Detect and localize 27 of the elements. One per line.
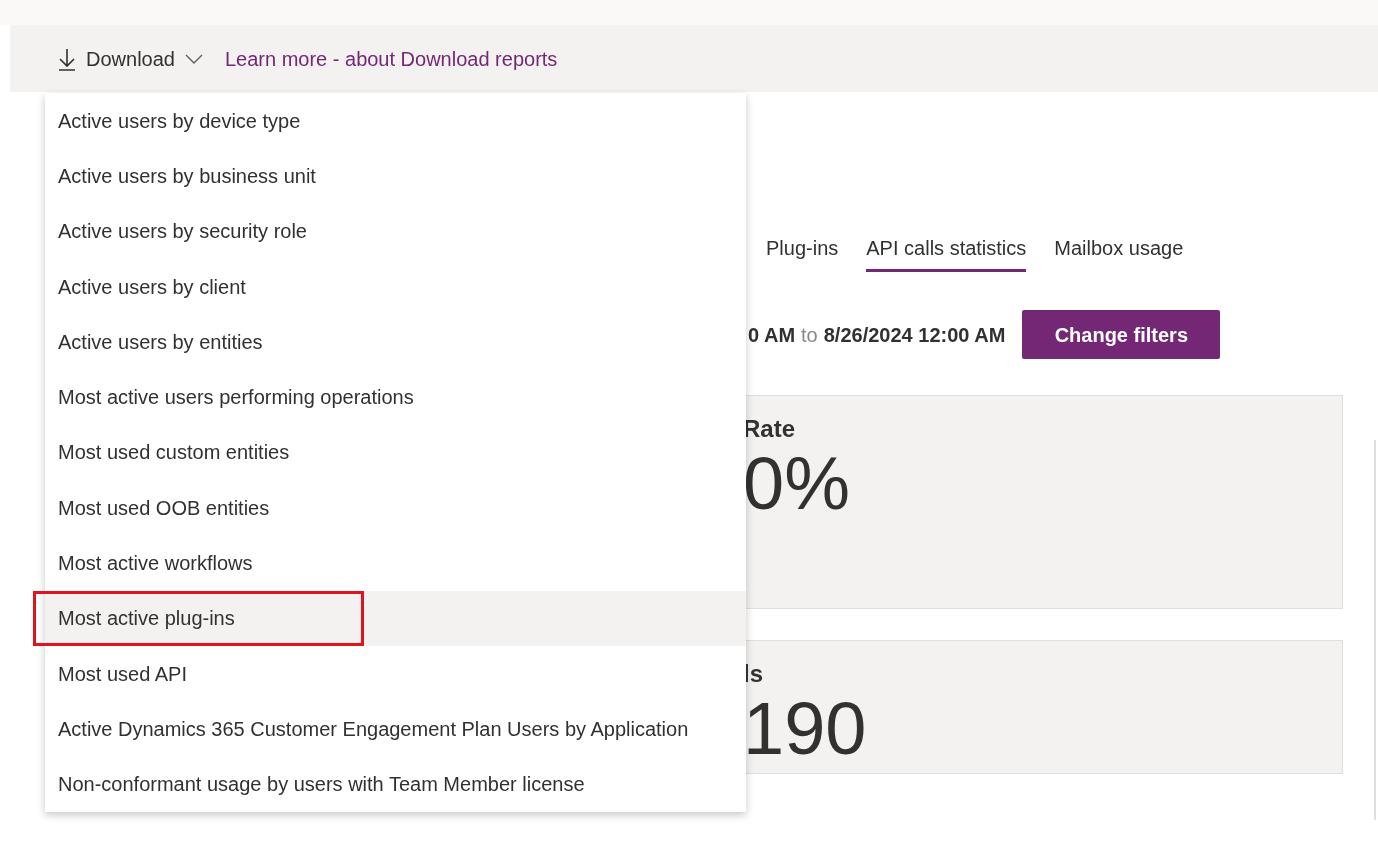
- card-value: 0%: [743, 444, 851, 524]
- menu-item[interactable]: Most used API: [45, 645, 746, 702]
- learn-more-link[interactable]: Learn more - about Download reports: [224, 43, 558, 74]
- menu-item[interactable]: Most active plug-ins: [33, 590, 364, 646]
- menu-item[interactable]: Non-conformant usage by users with Team Member license: [45, 756, 746, 812]
- menu-item[interactable]: Active Dynamics 365 Customer Engagement Plan Users by Application: [45, 701, 746, 757]
- menu-item[interactable]: Active users by client: [45, 258, 746, 315]
- menu-item[interactable]: Active users by security role: [45, 203, 746, 259]
- chevron-down-icon: [184, 53, 203, 64]
- date-range-end: 8/26/2024 12:00 AM: [823, 322, 1006, 348]
- date-range-start: 0 AM: [748, 322, 796, 348]
- card-value: 190: [743, 689, 868, 769]
- menu-item[interactable]: Active users by device type: [45, 93, 746, 149]
- menu-item[interactable]: Most used custom entities: [45, 424, 746, 481]
- change-filters-button[interactable]: Change filters: [1022, 310, 1221, 359]
- tab[interactable]: API calls statistics: [866, 233, 1027, 272]
- tab[interactable]: Mailbox usage: [1054, 233, 1184, 272]
- tab[interactable]: Plug-ins: [766, 233, 839, 272]
- download-icon: [58, 46, 76, 71]
- menu-item[interactable]: Active users by business unit: [45, 148, 746, 204]
- menu-item[interactable]: Most used OOB entities: [45, 480, 746, 536]
- download-button[interactable]: Download: [58, 43, 203, 74]
- menu-item[interactable]: Active users by entities: [45, 314, 746, 370]
- card-title: Rate: [743, 414, 797, 444]
- date-range-connector: to: [801, 322, 818, 348]
- menu-item[interactable]: Most active workflows: [45, 535, 746, 591]
- menu-item[interactable]: Most active users performing operations: [45, 369, 746, 425]
